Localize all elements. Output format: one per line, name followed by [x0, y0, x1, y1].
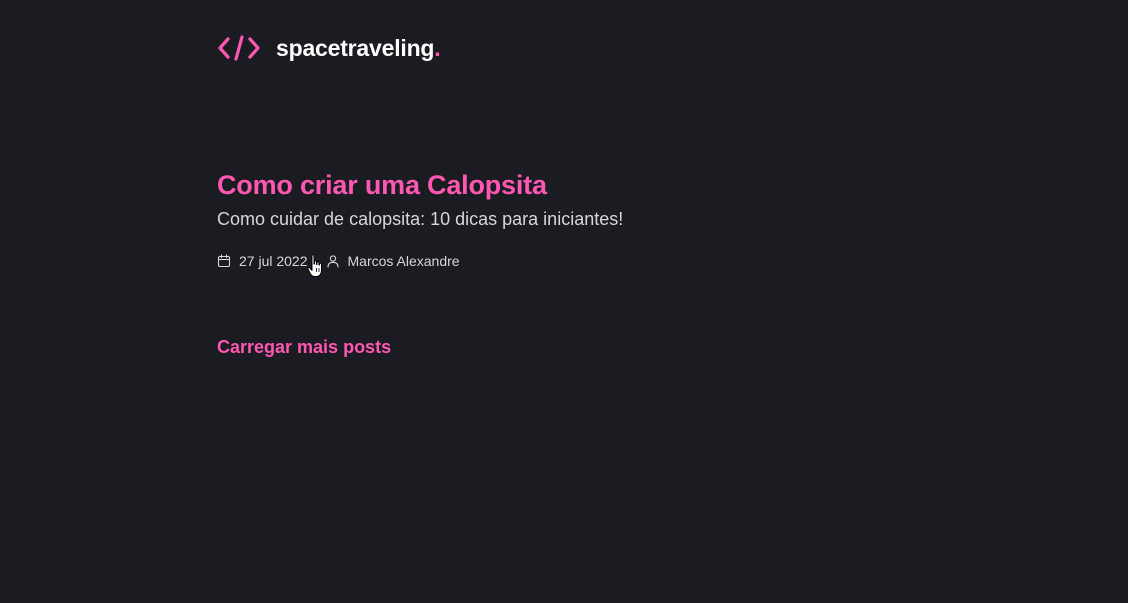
post-subtitle: Como cuidar de calopsita: 10 dicas para …	[217, 209, 624, 229]
page: spacetraveling. Como criar uma Calopsita…	[0, 0, 1128, 603]
code-brackets-icon[interactable]	[218, 34, 260, 62]
calendar-icon	[217, 254, 239, 268]
site-header: spacetraveling.	[218, 34, 441, 62]
post-meta: 27 jul 2022 Marcos Alexandre	[217, 252, 917, 270]
post-card[interactable]: Como criar uma Calopsita Como cuidar de …	[217, 168, 917, 270]
post-author-text: Marcos Alexandre	[347, 253, 460, 269]
post-title[interactable]: Como criar uma Calopsita	[217, 168, 917, 202]
post-date-text: 27 jul 2022	[239, 253, 308, 269]
brand-dot: .	[434, 35, 441, 61]
post-date: 27 jul 2022	[217, 252, 308, 270]
post-author: Marcos Alexandre	[326, 252, 460, 270]
brand-name[interactable]: spacetraveling	[276, 34, 434, 62]
load-more-button[interactable]: Carregar mais posts	[217, 336, 391, 358]
user-icon	[326, 254, 348, 268]
